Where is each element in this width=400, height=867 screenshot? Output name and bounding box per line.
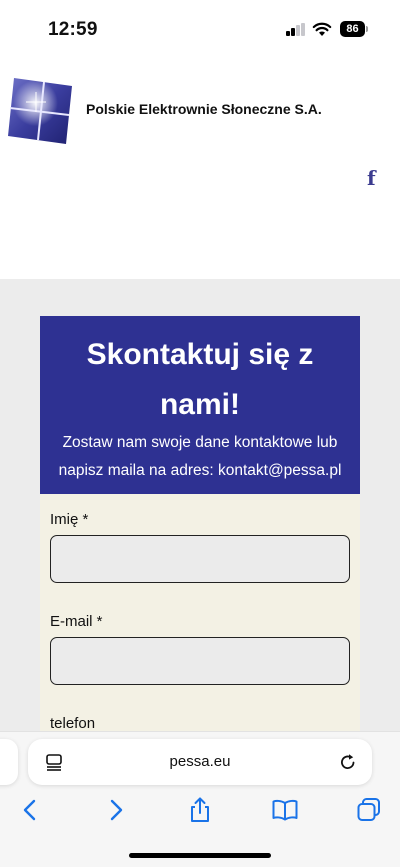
contact-subtitle: Zostaw nam swoje dane kontaktowe lub nap… xyxy=(58,434,342,479)
email-field[interactable] xyxy=(50,637,350,685)
tabs-icon[interactable] xyxy=(355,796,383,824)
home-indicator xyxy=(129,853,271,858)
contact-form: Imię * E-mail * telefon xyxy=(40,494,360,739)
facebook-icon[interactable]: f xyxy=(367,166,376,190)
contact-header: Skontaktuj się z nami! Zostaw nam swoje … xyxy=(40,316,360,494)
address-bar[interactable]: pessa.eu xyxy=(28,739,372,785)
name-field[interactable] xyxy=(50,535,350,583)
previous-tab-preview[interactable] xyxy=(0,739,18,785)
status-time: 12:59 xyxy=(48,19,98,40)
company-name[interactable]: Polskie Elektrownie Słoneczne S.A. xyxy=(86,101,322,117)
phone-field-label: telefon xyxy=(50,715,96,732)
battery-level: 86 xyxy=(340,21,365,37)
status-bar: 12:59 86 xyxy=(0,0,400,60)
share-icon[interactable] xyxy=(186,796,214,824)
site-header: Polskie Elektrownie Słoneczne S.A. f xyxy=(0,60,400,279)
forward-icon[interactable] xyxy=(102,796,130,824)
bookmarks-icon[interactable] xyxy=(271,796,299,824)
contact-title: Skontaktuj się z nami! xyxy=(86,338,314,421)
battery-icon: 86 xyxy=(340,21,368,37)
cellular-signal-icon xyxy=(286,23,306,36)
solar-panel-logo-icon[interactable] xyxy=(6,76,76,146)
reload-icon[interactable] xyxy=(338,752,358,772)
back-icon[interactable] xyxy=(16,796,44,824)
name-field-label: Imię * xyxy=(50,511,89,528)
url-text: pessa.eu xyxy=(169,753,231,770)
email-field-label: E-mail * xyxy=(50,613,103,630)
wifi-icon xyxy=(312,22,332,36)
page-menu-icon[interactable] xyxy=(44,752,64,772)
